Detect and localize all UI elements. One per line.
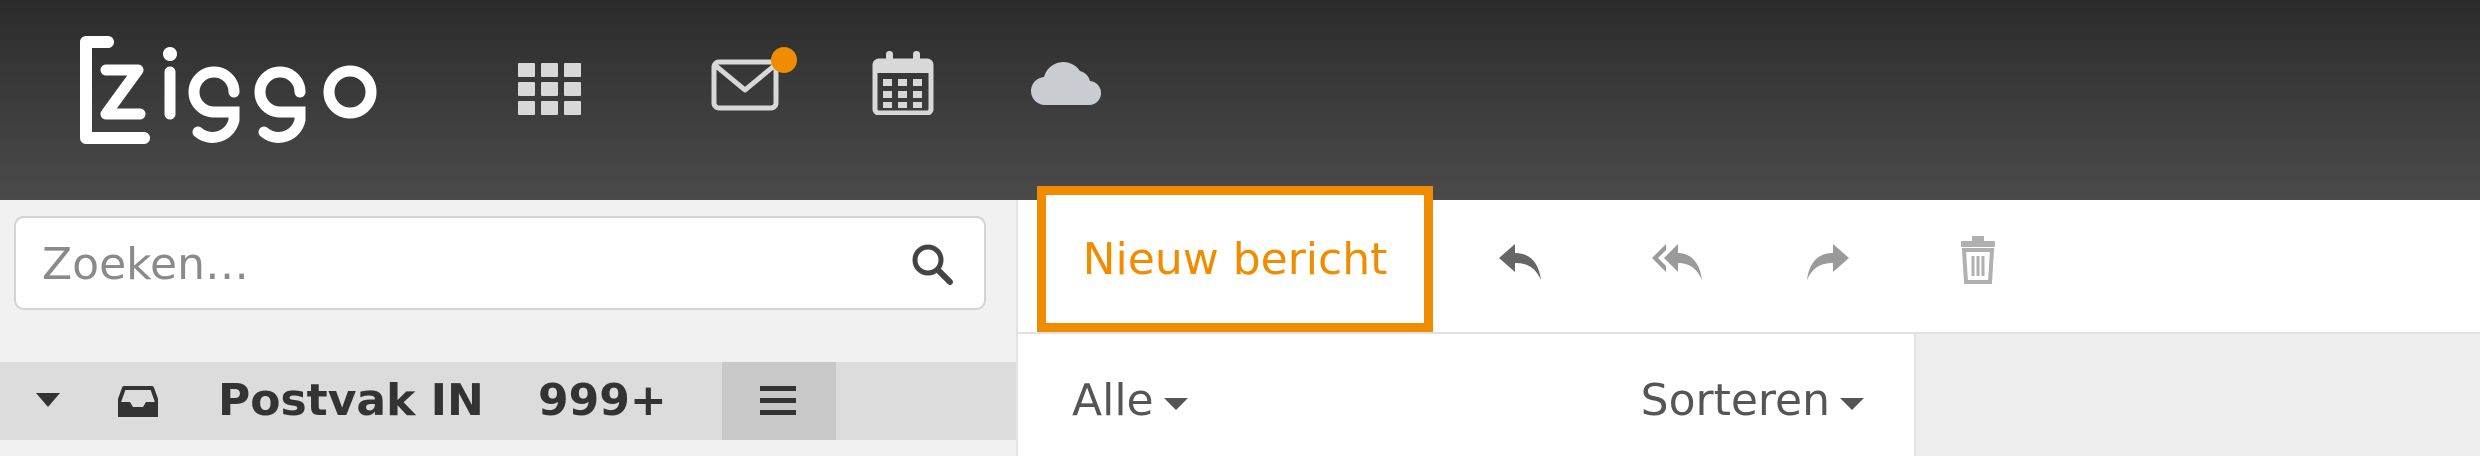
folder-menu-button[interactable] [722, 362, 836, 440]
cloud-icon[interactable] [1030, 55, 1102, 107]
hamburger-icon [760, 386, 796, 415]
unread-count-badge: 999+ [538, 375, 667, 426]
search-icon[interactable] [910, 242, 954, 290]
new-message-button[interactable]: Nieuw bericht [1037, 186, 1433, 332]
folder-label: Postvak IN [218, 375, 484, 426]
forward-icon[interactable] [1803, 240, 1853, 288]
inbox-icon [117, 384, 159, 422]
collapse-caret-icon[interactable] [36, 392, 60, 411]
ziggo-logo[interactable] [78, 34, 393, 146]
reading-pane [1916, 334, 2480, 456]
chevron-down-icon [1163, 398, 1188, 410]
filter-dropdown[interactable]: Alle [1072, 372, 1188, 430]
delete-icon[interactable] [1960, 236, 1996, 288]
reply-icon[interactable] [1495, 240, 1545, 288]
notification-badge [771, 47, 797, 73]
reply-all-icon[interactable] [1650, 240, 1706, 288]
chevron-down-icon [1840, 398, 1864, 410]
search-input[interactable] [40, 218, 904, 310]
calendar-icon[interactable] [872, 51, 934, 115]
sort-dropdown[interactable]: Sorteren [1641, 372, 1864, 430]
message-list-header: Alle Sorteren [1016, 334, 1916, 456]
sort-label: Sorteren [1640, 375, 1830, 426]
top-bar [0, 0, 2480, 200]
folder-item-inbox[interactable]: Postvak IN 999+ [0, 362, 1016, 440]
apps-grid-icon[interactable] [518, 63, 582, 115]
search-box[interactable] [14, 216, 986, 310]
mail-icon[interactable] [710, 44, 802, 116]
filter-label: Alle [1072, 375, 1154, 426]
